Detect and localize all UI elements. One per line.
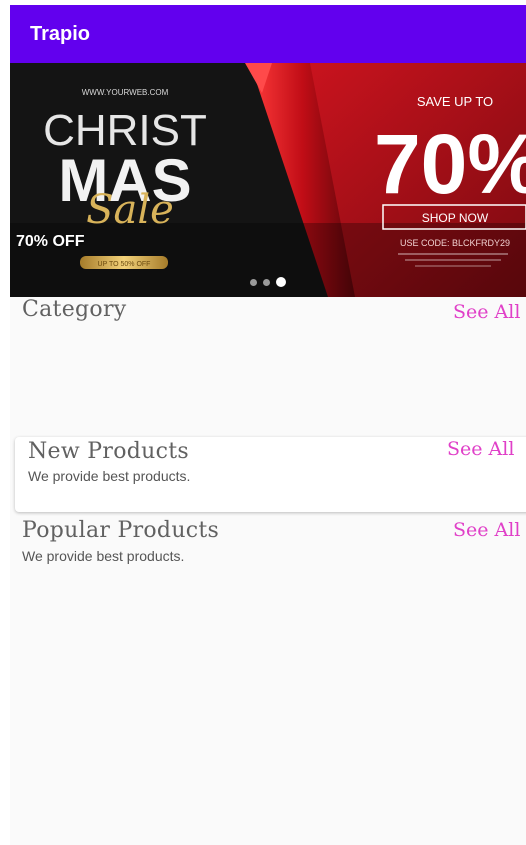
new-products-subtitle: We provide best products.	[28, 468, 191, 484]
banner-shop-now-text: SHOP NOW	[422, 211, 489, 225]
banner-image: WWW.YOURWEB.COM CHRIST MAS Sale UP TO 50…	[10, 63, 526, 297]
popular-products-title: Popular Products	[22, 518, 220, 543]
category-see-all-link[interactable]: See All	[453, 301, 520, 323]
category-title: Category	[22, 297, 127, 322]
promo-banner-carousel[interactable]: WWW.YOURWEB.COM CHRIST MAS Sale UP TO 50…	[10, 63, 526, 297]
banner-website-text: WWW.YOURWEB.COM	[82, 88, 169, 97]
popular-products-subtitle: We provide best products.	[22, 548, 185, 564]
banner-fine-print-line	[398, 253, 508, 255]
carousel-dot-active[interactable]	[276, 277, 286, 287]
carousel-dot[interactable]	[263, 278, 270, 286]
banner-caption: 70% OFF	[16, 233, 85, 250]
carousel-dot[interactable]	[250, 278, 257, 286]
app-title: Trapio	[30, 22, 91, 45]
banner-percent-text: 70%	[374, 117, 526, 211]
app-screen: Trapio WWW.YOURWEB.COM CHRIST MAS Sale U…	[10, 5, 526, 845]
popular-products-see-all-link[interactable]: See All	[453, 519, 520, 541]
banner-save-text: SAVE UP TO	[417, 94, 493, 109]
banner-script-text: Sale	[86, 187, 174, 233]
banner-fine-print-line	[415, 265, 491, 267]
new-products-title: New Products	[28, 439, 189, 464]
new-products-see-all-link[interactable]: See All	[447, 438, 514, 460]
carousel-indicators	[250, 277, 286, 287]
app-bar: Trapio	[10, 5, 526, 63]
banner-code-text: USE CODE: BLCKFRDY29	[400, 238, 510, 248]
banner-ribbon-text: UP TO 50% OFF	[98, 261, 151, 268]
banner-fine-print-line	[405, 259, 501, 261]
